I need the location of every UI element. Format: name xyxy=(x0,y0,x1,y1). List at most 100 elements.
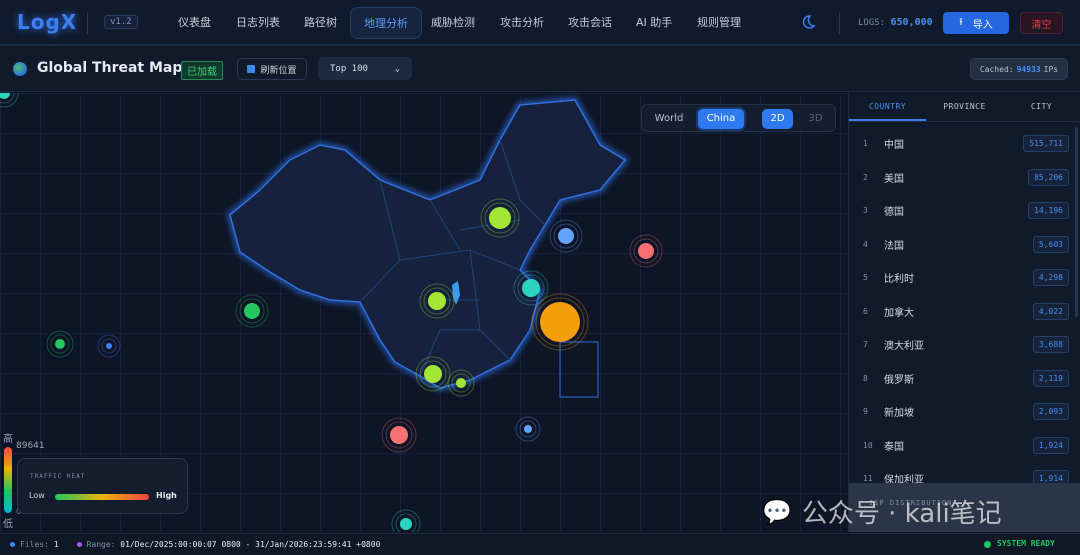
cached-unit: IPs xyxy=(1043,64,1059,74)
threat-marker[interactable] xyxy=(400,518,412,530)
threat-marker[interactable] xyxy=(390,426,408,444)
country-row[interactable]: 10 泰国 1,924 xyxy=(849,429,1069,462)
threat-marker[interactable] xyxy=(428,292,446,310)
country-name: 泰国 xyxy=(884,441,904,453)
country-count: 5,603 xyxy=(1032,235,1069,253)
tab-city[interactable]: CITY xyxy=(1003,93,1080,121)
threat-marker[interactable] xyxy=(638,243,654,259)
nav-ai-assistant[interactable]: AI 助手 xyxy=(623,7,685,39)
top-nav-bar: LogX v1.2 仪表盘 日志列表 路径树 地理分析 威胁检测 攻击分析 攻击… xyxy=(0,0,1080,46)
divider xyxy=(87,12,88,34)
nav-threat-detection[interactable]: 威胁检测 xyxy=(418,7,488,39)
country-name: 新加坡 xyxy=(884,408,914,419)
mode-2d-button[interactable]: 2D xyxy=(762,109,793,129)
threat-marker[interactable] xyxy=(489,207,511,229)
status-bar: Files: 1 Range: 01/Dec/2025:00:00:07 080… xyxy=(0,533,1080,555)
nav-rule-management[interactable]: 规则管理 xyxy=(684,7,754,39)
country-row[interactable]: 5 比利时 4,298 xyxy=(849,261,1069,294)
threat-marker[interactable] xyxy=(244,303,260,319)
country-count: 2,119 xyxy=(1032,369,1069,387)
rank: 11 xyxy=(863,474,873,483)
country-count: 1,924 xyxy=(1032,436,1069,454)
upload-icon: ⭱ xyxy=(959,16,963,28)
threat-marker[interactable] xyxy=(540,302,580,342)
country-name: 比利时 xyxy=(884,274,914,285)
rank: 2 xyxy=(863,172,868,182)
country-name: 美国 xyxy=(884,173,904,185)
country-row[interactable]: 1 中国 515,711 xyxy=(849,127,1069,160)
watermark: 💬 公众号 · kali笔记 xyxy=(762,493,1002,530)
country-row[interactable]: 6 加拿大 4,022 xyxy=(849,295,1069,328)
watermark-text: 公众号 · kali笔记 xyxy=(801,499,1002,529)
threat-marker[interactable] xyxy=(524,425,532,433)
nav-attack-analysis[interactable]: 攻击分析 xyxy=(487,7,557,39)
files-label: Files: xyxy=(20,540,49,549)
clear-button[interactable]: 清空 xyxy=(1020,12,1063,34)
view-china-button[interactable]: China xyxy=(698,109,744,129)
threat-marker[interactable] xyxy=(456,378,466,388)
nav-log-list[interactable]: 日志列表 xyxy=(223,7,293,39)
threat-marker[interactable] xyxy=(106,343,112,349)
files-dot xyxy=(10,542,15,547)
refresh-location-button[interactable]: 刷新位置 xyxy=(237,58,307,80)
map-view-controls: World China 2D 3D xyxy=(641,104,836,132)
country-row[interactable]: 2 美国 85,206 xyxy=(849,161,1069,194)
threat-marker[interactable] xyxy=(558,228,574,244)
mode-3d-button[interactable]: 3D xyxy=(800,109,831,129)
rank: 1 xyxy=(863,139,868,148)
top-n-select[interactable]: Top 100 ⌄ xyxy=(318,57,412,80)
country-count: 2,093 xyxy=(1032,403,1069,420)
country-name: 澳大利亚 xyxy=(884,341,924,352)
country-name: 加拿大 xyxy=(884,307,914,319)
threat-marker[interactable] xyxy=(55,339,65,349)
country-name: 中国 xyxy=(884,140,904,151)
refresh-icon xyxy=(247,65,256,73)
country-count: 85,206 xyxy=(1028,168,1069,186)
ready-dot xyxy=(984,541,991,548)
rank: 4 xyxy=(863,239,868,249)
rank: 6 xyxy=(863,306,868,316)
country-count: 14,196 xyxy=(1028,202,1069,219)
heat-scale-bar[interactable] xyxy=(4,447,12,513)
logs-counter: LOGS: 650,000 xyxy=(858,17,933,28)
page-title: Global Threat Map xyxy=(37,60,183,76)
moon-icon[interactable] xyxy=(800,14,816,30)
nav-attack-sessions[interactable]: 攻击会话 xyxy=(555,7,625,39)
country-row[interactable]: 3 德国 14,196 xyxy=(849,194,1069,227)
legend-title: TRAFFIC HEAT xyxy=(30,473,86,480)
scale-high-label: 高 xyxy=(3,434,13,445)
scrollbar[interactable] xyxy=(1075,127,1078,317)
view-world-button[interactable]: World xyxy=(647,109,691,129)
country-count: 515,711 xyxy=(1023,135,1069,152)
logs-value: 650,000 xyxy=(890,17,933,28)
threat-marker[interactable] xyxy=(424,365,442,383)
country-row[interactable]: 4 法国 5,603 xyxy=(849,228,1069,261)
version-badge: v1.2 xyxy=(104,15,138,29)
logs-label: LOGS: xyxy=(858,18,886,28)
system-status: SYSTEM READY xyxy=(997,539,1055,548)
country-count: 4,298 xyxy=(1032,269,1069,286)
country-name: 俄罗斯 xyxy=(884,374,914,386)
rank: 5 xyxy=(863,273,868,282)
threat-map[interactable]: World China 2D 3D 高 89641 0 低 TRAFFIC HE… xyxy=(0,93,848,532)
range-dot xyxy=(76,542,82,547)
country-row[interactable]: 9 新加坡 2,093 xyxy=(849,395,1069,428)
nav-geo-analysis[interactable]: 地理分析 xyxy=(350,7,422,39)
scale-max-value: 89641 xyxy=(16,441,45,451)
rank: 7 xyxy=(863,340,868,349)
tab-country[interactable]: COUNTRY xyxy=(849,93,926,121)
country-row[interactable]: 8 俄罗斯 2,119 xyxy=(849,362,1069,395)
range-value: 01/Dec/2025:00:00:07 0800 - 31/Jan/2026:… xyxy=(120,540,381,549)
legend-gradient xyxy=(55,494,149,500)
tab-province[interactable]: PROVINCE xyxy=(926,93,1003,121)
nav-path-tree[interactable]: 路径树 xyxy=(291,7,350,39)
nav-dashboard[interactable]: 仪表盘 xyxy=(165,7,224,39)
threat-marker[interactable] xyxy=(0,93,10,99)
taiwan-box xyxy=(559,341,599,398)
threat-marker[interactable] xyxy=(522,279,540,297)
refresh-label: 刷新位置 xyxy=(260,65,297,76)
traffic-heat-legend: TRAFFIC HEAT Low High xyxy=(17,458,188,514)
import-button[interactable]: ⭱ 导入 xyxy=(943,12,1009,34)
country-row[interactable]: 7 澳大利亚 3,688 xyxy=(849,328,1069,361)
wechat-icon: 💬 xyxy=(762,497,792,526)
